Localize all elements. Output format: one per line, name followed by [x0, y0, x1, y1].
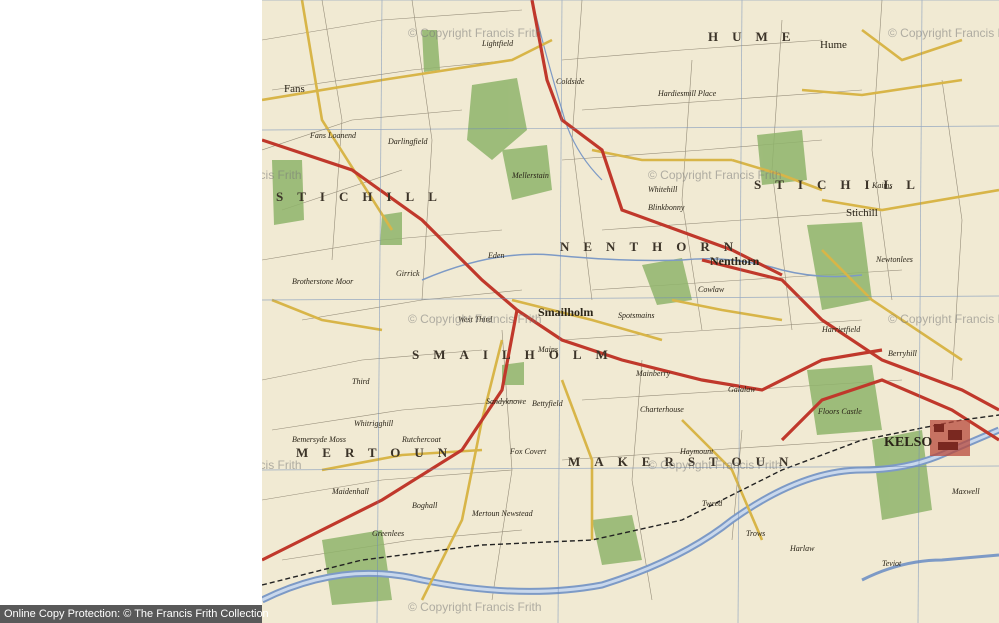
watermark: © Copyright Francis Frith — [888, 26, 999, 40]
parish-label-nenthorn: NENTHORN — [560, 239, 748, 254]
place-coldside: Coldside — [556, 77, 585, 86]
place-bemersyde-moss: Bemersyde Moss — [292, 435, 346, 444]
place-galalaw: Galalaw — [728, 385, 756, 394]
place-mainberry: Mainberry — [636, 369, 671, 378]
watermark: © Copyright Francis Frith — [888, 312, 999, 326]
place-blinkbonny: Blinkbonny — [648, 203, 685, 212]
parish-label-smailholm: SMAILHOLM — [412, 347, 622, 362]
watermark: © Copyright Francis Frith — [262, 168, 302, 182]
label-eden: Eden — [488, 251, 505, 260]
place-berryhill: Berryhill — [888, 349, 917, 358]
place-rutchercoat: Rutchercoat — [402, 435, 441, 444]
woodland — [272, 30, 932, 605]
copy-protection-footer: Online Copy Protection: © The Francis Fr… — [0, 605, 269, 623]
place-haymount: Haymount — [680, 447, 714, 456]
kelso-town — [930, 420, 970, 456]
place-charterhouse: Charterhouse — [640, 405, 684, 414]
parish-label-hume: HUME — [708, 29, 805, 44]
watermark: © Copyright Francis Frith — [408, 312, 542, 326]
place-whitehill: Whitehill — [648, 185, 678, 194]
town-nenthorn[interactable]: Nenthorn — [710, 255, 759, 267]
place-fans-loanend: Fans Loanend — [310, 131, 356, 140]
place-mains: Mains — [538, 345, 558, 354]
place-brotherstone-moor: Brotherstone Moor — [292, 277, 354, 286]
place-boghall: Boghall — [412, 501, 438, 510]
place-fans: Fans — [284, 83, 305, 95]
place-newstead: Mertoun Newstead — [472, 509, 533, 518]
place-spotsmains: Spotsmains — [618, 311, 655, 320]
label-tweed: Tweed — [702, 499, 723, 508]
place-third: Third — [352, 377, 370, 386]
label-teviot: Teviot — [882, 559, 902, 568]
place-girrick: Girrick — [396, 269, 420, 278]
town-smailholm[interactable]: Smailholm — [538, 306, 593, 318]
place-trows: Trows — [746, 529, 766, 538]
place-hardiesmill: Hardiesmill Place — [658, 89, 717, 98]
place-harrietfield: Harrietfield — [822, 325, 861, 334]
place-cowlaw: Cowlaw — [698, 285, 725, 294]
place-darlingfield: Darlingfield — [388, 137, 428, 146]
footer-text: Online Copy Protection: © The Francis Fr… — [4, 608, 269, 620]
place-maxwell: Maxwell — [952, 487, 980, 496]
watermark: © Copyright Francis Frith — [408, 600, 542, 614]
place-sandyknowe: Sandyknowe — [486, 397, 526, 406]
watermark: © Copyright Francis Frith — [648, 458, 782, 472]
place-fox-covert: Fox Covert — [510, 447, 547, 456]
place-floors-castle: Floors Castle — [818, 407, 862, 416]
town-kelso[interactable]: KELSO — [884, 436, 932, 450]
watermark: © Copyright Francis Frith — [408, 26, 542, 40]
place-maidenhall: Maidenhall — [332, 487, 369, 496]
place-newtonlees: Newtonlees — [876, 255, 913, 264]
place-stichill[interactable]: Stichill — [846, 208, 878, 219]
place-greenlees: Greenlees — [372, 529, 405, 538]
place-lightfield: Lightfield — [482, 39, 514, 48]
place-hume[interactable]: Hume — [820, 40, 847, 51]
map-viewport[interactable]: STICHILL SMAILHOLM NENTHORN MERTOUN MAKE… — [262, 0, 999, 623]
parish-label-stichill-west: STICHILL — [276, 189, 451, 204]
watermark: © Copyright Francis Frith — [262, 458, 302, 472]
place-mellerstain: Mellerstain — [512, 171, 549, 180]
parish-label-mertoun: MERTOUN — [296, 445, 462, 460]
watermark: © Copyright Francis Frith — [648, 168, 782, 182]
place-kaims: Kaims — [872, 181, 893, 190]
blank-margin — [0, 0, 262, 623]
place-bettyfield: Bettyfield — [532, 399, 563, 408]
place-whitrigghill: Whitrigghill — [354, 419, 394, 428]
place-harlaw: Harlaw — [790, 544, 815, 553]
